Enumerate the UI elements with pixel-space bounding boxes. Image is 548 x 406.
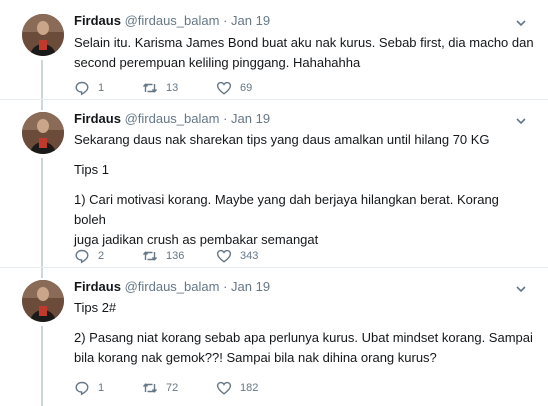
tweet-text: Sekarang daus nak sharekan tips yang dau… — [74, 130, 534, 250]
avatar-photo — [22, 14, 64, 56]
thread-line — [41, 326, 43, 406]
tweet-line: Tips 1 — [74, 162, 109, 177]
like-count: 343 — [240, 250, 259, 262]
tweet-date[interactable]: Jan 19 — [231, 279, 270, 294]
reply-button[interactable]: 2 — [74, 247, 104, 265]
tweet-header: Firdaus @firdaus_balam · Jan 19 — [74, 279, 270, 294]
retweet-button[interactable]: 136 — [142, 247, 184, 265]
tweet-line: Sekarang daus nak sharekan tips yang dau… — [74, 132, 490, 147]
reply-icon — [75, 249, 89, 264]
retweet-icon — [142, 251, 158, 261]
reply-count: 1 — [98, 382, 105, 394]
tweet-line: 2) Pasang niat korang sebab apa perlunya… — [74, 330, 533, 345]
tweet-line — [74, 180, 534, 190]
like-button[interactable]: 182 — [216, 379, 258, 397]
retweet-count: 136 — [166, 250, 185, 262]
tweet[interactable]: Firdaus @firdaus_balam · Jan 19 Tips 2# … — [0, 268, 548, 406]
tweet[interactable]: Firdaus @firdaus_balam · Jan 19 Selain i… — [0, 0, 548, 100]
tweet-actions: 1 72 182 — [74, 379, 314, 397]
reply-button[interactable]: 1 — [74, 379, 104, 397]
tweet-line: 1) Cari motivasi korang. Maybe yang dah … — [74, 192, 503, 227]
tweet-actions: 1 13 69 — [74, 79, 314, 97]
tweet-text: Tips 2# 2) Pasang niat korang sebab apa … — [74, 298, 534, 368]
reply-count: 2 — [98, 250, 105, 262]
tweet-line — [74, 150, 534, 160]
avatar-photo — [22, 280, 64, 322]
like-count: 69 — [240, 82, 253, 94]
reply-button[interactable]: 1 — [74, 79, 104, 97]
tweet-actions: 2 136 343 — [74, 247, 314, 265]
tweet-header: Firdaus @firdaus_balam · Jan 19 — [74, 13, 270, 28]
reply-icon — [75, 381, 89, 396]
thread-line — [41, 158, 43, 268]
separator-dot: · — [223, 279, 228, 294]
user-handle[interactable]: @firdaus_balam — [125, 13, 220, 28]
user-handle[interactable]: @firdaus_balam — [125, 279, 220, 294]
tweet-header: Firdaus @firdaus_balam · Jan 19 — [74, 111, 270, 126]
avatar-photo — [22, 112, 64, 154]
retweet-icon — [142, 83, 158, 93]
display-name[interactable]: Firdaus — [74, 279, 121, 294]
tweet-line: second perempuan keliling pinggang. Haha… — [74, 55, 361, 70]
tweet-text: Selain itu. Karisma James Bond buat aku … — [74, 33, 534, 73]
tweet-line: Tips 2# — [74, 300, 117, 315]
tweet-line: Selain itu. Karisma James Bond buat aku … — [74, 35, 534, 50]
user-handle[interactable]: @firdaus_balam — [125, 111, 220, 126]
thread-line — [41, 60, 43, 100]
tweet-line: bila korang nak gemok??! Sampai bila nak… — [74, 350, 437, 365]
retweet-count: 13 — [166, 82, 179, 94]
chevron-down-icon[interactable] — [514, 114, 528, 128]
reply-count: 1 — [98, 82, 105, 94]
display-name[interactable]: Firdaus — [74, 13, 121, 28]
heart-icon — [216, 81, 232, 95]
like-count: 182 — [240, 382, 259, 394]
tweet[interactable]: Firdaus @firdaus_balam · Jan 19 Sekarang… — [0, 100, 548, 268]
heart-icon — [216, 381, 232, 395]
tweet-date[interactable]: Jan 19 — [231, 111, 270, 126]
avatar[interactable] — [22, 280, 64, 322]
heart-icon — [216, 249, 232, 263]
like-button[interactable]: 69 — [216, 79, 252, 97]
display-name[interactable]: Firdaus — [74, 111, 121, 126]
avatar[interactable] — [22, 112, 64, 154]
tweet-line — [74, 318, 534, 328]
tweet-date[interactable]: Jan 19 — [231, 13, 270, 28]
chevron-down-icon[interactable] — [514, 282, 528, 296]
thread-line — [41, 268, 43, 278]
separator-dot: · — [223, 13, 228, 28]
chevron-down-icon[interactable] — [514, 16, 528, 30]
retweet-icon — [142, 383, 158, 393]
retweet-button[interactable]: 13 — [142, 79, 178, 97]
thread-line — [41, 100, 43, 110]
separator-dot: · — [223, 111, 228, 126]
retweet-button[interactable]: 72 — [142, 379, 178, 397]
avatar[interactable] — [22, 14, 64, 56]
like-button[interactable]: 343 — [216, 247, 258, 265]
timeline: Firdaus @firdaus_balam · Jan 19 Selain i… — [0, 0, 548, 406]
retweet-count: 72 — [166, 382, 179, 394]
reply-icon — [75, 81, 89, 96]
